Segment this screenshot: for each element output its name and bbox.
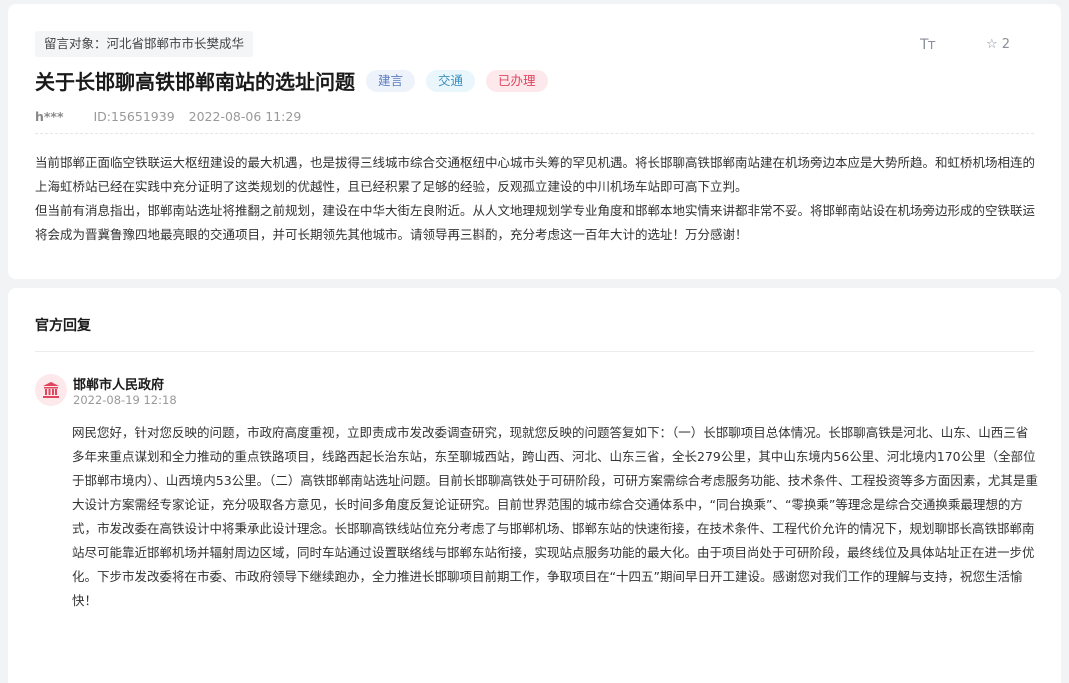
message-body: 当前邯郸正面临空铁联运大枢纽建设的最大机遇，也是拔得三线城市综合交通枢纽中心城市… bbox=[35, 151, 1038, 247]
message-card: 留言对象：河北省邯郸市市长樊成华 Tт ☆ 2 关于长邯聊高铁邯郸南站的选址问题… bbox=[8, 4, 1061, 279]
message-datetime: 2022-08-06 11:29 bbox=[188, 109, 302, 124]
responder-name: 邯郸市人民政府 bbox=[73, 378, 165, 393]
reply-datetime: 2022-08-19 12:18 bbox=[73, 393, 177, 407]
status-badge: 已办理 bbox=[486, 69, 548, 92]
title-row: 关于长邯聊高铁邯郸南站的选址问题 建言 交通 已办理 bbox=[35, 66, 559, 95]
tag-transport: 交通 bbox=[426, 69, 476, 92]
message-title: 关于长邯聊高铁邯郸南站的选址问题 bbox=[35, 70, 355, 94]
government-building-icon bbox=[35, 374, 67, 406]
reply-heading: 官方回复 bbox=[35, 318, 91, 334]
favorite-button[interactable]: ☆ 2 bbox=[986, 37, 1010, 52]
reply-body: 网民您好，针对您反映的问题，市政府高度重视，立即责成市发改委调查研究，现就您反映… bbox=[72, 425, 1038, 608]
font-size-icon[interactable]: Tт bbox=[920, 37, 936, 53]
author-name: h*** bbox=[35, 109, 64, 124]
star-icon: ☆ bbox=[986, 37, 998, 52]
favorite-count: 2 bbox=[1001, 37, 1011, 52]
divider bbox=[35, 351, 1034, 352]
government-building-svg bbox=[43, 382, 59, 398]
message-paragraph: 但当前有消息指出，邯郸南站选址将推翻之前规划，建设在中华大街左良附近。从人文地理… bbox=[35, 203, 1036, 242]
tag-suggestion: 建言 bbox=[366, 69, 416, 92]
divider bbox=[35, 133, 1034, 134]
recipient-label: 留言对象：河北省邯郸市市长樊成华 bbox=[35, 31, 254, 57]
reply-card: 官方回复 邯郸市人民政府 2022-08-19 12:18 网民您好，针对您反映… bbox=[8, 288, 1061, 683]
message-paragraph: 当前邯郸正面临空铁联运大枢纽建设的最大机遇，也是拔得三线城市综合交通枢纽中心城市… bbox=[35, 155, 1036, 194]
message-meta: h*** ID:15651939 2022-08-06 11:29 bbox=[35, 109, 311, 124]
message-id: ID:15651939 bbox=[93, 109, 175, 124]
